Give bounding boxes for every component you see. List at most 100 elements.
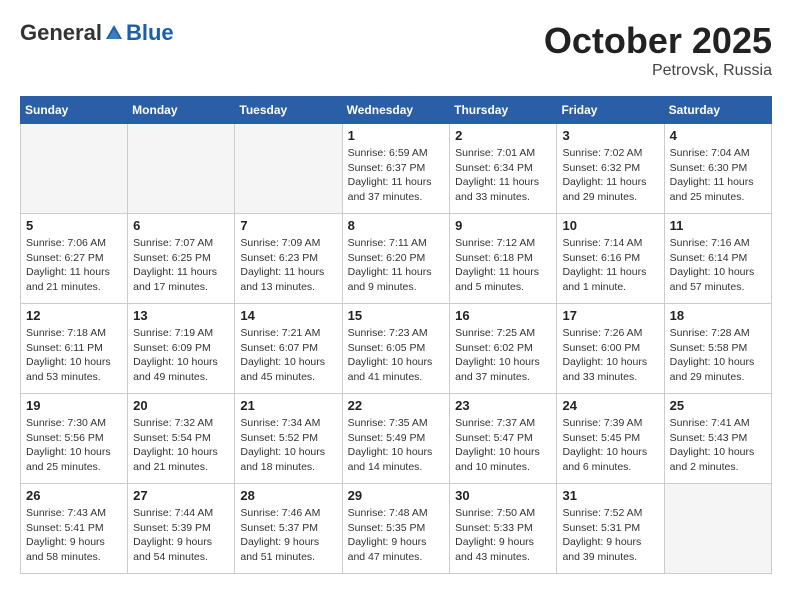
day-info: Sunrise: 7:09 AM Sunset: 6:23 PM Dayligh…	[240, 236, 336, 295]
day-info: Sunrise: 7:48 AM Sunset: 5:35 PM Dayligh…	[348, 506, 445, 565]
day-info: Sunrise: 7:26 AM Sunset: 6:00 PM Dayligh…	[562, 326, 658, 385]
calendar-cell: 18 Sunrise: 7:28 AM Sunset: 5:58 PM Dayli…	[664, 304, 771, 394]
calendar-cell: 26 Sunrise: 7:43 AM Sunset: 5:41 PM Dayli…	[21, 484, 128, 574]
day-info: Sunrise: 7:50 AM Sunset: 5:33 PM Dayligh…	[455, 506, 551, 565]
week-row-3: 12 Sunrise: 7:18 AM Sunset: 6:11 PM Dayli…	[21, 304, 772, 394]
calendar-cell	[664, 484, 771, 574]
calendar-cell: 29Sunrise: 7:48 AM Sunset: 5:35 PM Dayli…	[342, 484, 450, 574]
day-info: Sunrise: 7:39 AM Sunset: 5:45 PM Dayligh…	[562, 416, 658, 475]
week-row-4: 19 Sunrise: 7:30 AM Sunset: 5:56 PM Dayli…	[21, 394, 772, 484]
week-row-2: 5 Sunrise: 7:06 AM Sunset: 6:27 PM Daylig…	[21, 214, 772, 304]
day-number: 21	[240, 398, 336, 413]
day-info: Sunrise: 7:44 AM Sunset: 5:39 PM Dayligh…	[133, 506, 229, 565]
day-number: 25	[670, 398, 766, 413]
day-info: Sunrise: 7:06 AM Sunset: 6:27 PM Dayligh…	[26, 236, 122, 295]
calendar-cell: 10 Sunrise: 7:14 AM Sunset: 6:16 PM Dayli…	[557, 214, 664, 304]
day-number: 4	[670, 128, 766, 143]
logo: General Blue	[20, 20, 174, 46]
month-title: October 2025	[544, 20, 772, 62]
day-number: 5	[26, 218, 122, 233]
calendar-cell: 24 Sunrise: 7:39 AM Sunset: 5:45 PM Dayli…	[557, 394, 664, 484]
day-info: Sunrise: 7:19 AM Sunset: 6:09 PM Dayligh…	[133, 326, 229, 385]
day-info: Sunrise: 7:18 AM Sunset: 6:11 PM Dayligh…	[26, 326, 122, 385]
calendar-cell: 2 Sunrise: 7:01 AM Sunset: 6:34 PM Daylig…	[450, 124, 557, 214]
day-number: 26	[26, 488, 122, 503]
logo-general-text: General	[20, 20, 102, 46]
page-header: General Blue October 2025 Petrovsk, Russ…	[20, 20, 772, 80]
calendar-cell: 4 Sunrise: 7:04 AM Sunset: 6:30 PM Daylig…	[664, 124, 771, 214]
calendar-cell: 12 Sunrise: 7:18 AM Sunset: 6:11 PM Dayli…	[21, 304, 128, 394]
logo-blue-text: Blue	[126, 20, 174, 46]
calendar-cell	[235, 124, 342, 214]
day-info: Sunrise: 7:16 AM Sunset: 6:14 PM Dayligh…	[670, 236, 766, 295]
weekday-header-wednesday: Wednesday	[342, 97, 450, 124]
day-info: Sunrise: 7:01 AM Sunset: 6:34 PM Dayligh…	[455, 146, 551, 205]
calendar-cell: 5 Sunrise: 7:06 AM Sunset: 6:27 PM Daylig…	[21, 214, 128, 304]
day-number: 22	[348, 398, 445, 413]
day-number: 6	[133, 218, 229, 233]
calendar-cell: 28Sunrise: 7:46 AM Sunset: 5:37 PM Dayli…	[235, 484, 342, 574]
day-number: 23	[455, 398, 551, 413]
weekday-header-sunday: Sunday	[21, 97, 128, 124]
day-info: Sunrise: 7:32 AM Sunset: 5:54 PM Dayligh…	[133, 416, 229, 475]
calendar-cell: 30 Sunrise: 7:50 AM Sunset: 5:33 PM Dayli…	[450, 484, 557, 574]
calendar-cell: 7Sunrise: 7:09 AM Sunset: 6:23 PM Daylig…	[235, 214, 342, 304]
day-info: Sunrise: 7:04 AM Sunset: 6:30 PM Dayligh…	[670, 146, 766, 205]
day-number: 27	[133, 488, 229, 503]
calendar-cell: 11Sunrise: 7:16 AM Sunset: 6:14 PM Dayli…	[664, 214, 771, 304]
day-number: 2	[455, 128, 551, 143]
calendar-cell: 22 Sunrise: 7:35 AM Sunset: 5:49 PM Dayli…	[342, 394, 450, 484]
calendar-cell	[21, 124, 128, 214]
day-number: 16	[455, 308, 551, 323]
calendar-cell: 14 Sunrise: 7:21 AM Sunset: 6:07 PM Dayli…	[235, 304, 342, 394]
day-number: 1	[348, 128, 445, 143]
day-info: Sunrise: 7:52 AM Sunset: 5:31 PM Dayligh…	[562, 506, 658, 565]
calendar-cell: 15 Sunrise: 7:23 AM Sunset: 6:05 PM Dayli…	[342, 304, 450, 394]
day-info: Sunrise: 7:25 AM Sunset: 6:02 PM Dayligh…	[455, 326, 551, 385]
calendar-cell: 8Sunrise: 7:11 AM Sunset: 6:20 PM Daylig…	[342, 214, 450, 304]
day-info: Sunrise: 7:35 AM Sunset: 5:49 PM Dayligh…	[348, 416, 445, 475]
calendar-table: SundayMondayTuesdayWednesdayThursdayFrid…	[20, 96, 772, 574]
day-info: Sunrise: 7:30 AM Sunset: 5:56 PM Dayligh…	[26, 416, 122, 475]
calendar-cell	[128, 124, 235, 214]
logo-icon	[104, 23, 124, 43]
calendar-cell: 17Sunrise: 7:26 AM Sunset: 6:00 PM Dayli…	[557, 304, 664, 394]
calendar-cell: 16 Sunrise: 7:25 AM Sunset: 6:02 PM Dayli…	[450, 304, 557, 394]
calendar-cell: 20 Sunrise: 7:32 AM Sunset: 5:54 PM Dayli…	[128, 394, 235, 484]
day-info: Sunrise: 7:23 AM Sunset: 6:05 PM Dayligh…	[348, 326, 445, 385]
day-number: 19	[26, 398, 122, 413]
day-info: Sunrise: 7:14 AM Sunset: 6:16 PM Dayligh…	[562, 236, 658, 295]
calendar-cell: 1Sunrise: 6:59 AM Sunset: 6:37 PM Daylig…	[342, 124, 450, 214]
title-block: October 2025 Petrovsk, Russia	[544, 20, 772, 80]
day-info: Sunrise: 7:43 AM Sunset: 5:41 PM Dayligh…	[26, 506, 122, 565]
day-number: 14	[240, 308, 336, 323]
day-number: 24	[562, 398, 658, 413]
day-info: Sunrise: 7:11 AM Sunset: 6:20 PM Dayligh…	[348, 236, 445, 295]
calendar-cell: 19 Sunrise: 7:30 AM Sunset: 5:56 PM Dayli…	[21, 394, 128, 484]
day-number: 3	[562, 128, 658, 143]
day-number: 13	[133, 308, 229, 323]
day-number: 20	[133, 398, 229, 413]
calendar-cell: 23Sunrise: 7:37 AM Sunset: 5:47 PM Dayli…	[450, 394, 557, 484]
calendar-cell: 21Sunrise: 7:34 AM Sunset: 5:52 PM Dayli…	[235, 394, 342, 484]
calendar-cell: 13 Sunrise: 7:19 AM Sunset: 6:09 PM Dayli…	[128, 304, 235, 394]
day-info: Sunrise: 7:12 AM Sunset: 6:18 PM Dayligh…	[455, 236, 551, 295]
weekday-header-thursday: Thursday	[450, 97, 557, 124]
calendar-cell: 25Sunrise: 7:41 AM Sunset: 5:43 PM Dayli…	[664, 394, 771, 484]
day-info: Sunrise: 7:21 AM Sunset: 6:07 PM Dayligh…	[240, 326, 336, 385]
day-info: Sunrise: 7:28 AM Sunset: 5:58 PM Dayligh…	[670, 326, 766, 385]
weekday-header-monday: Monday	[128, 97, 235, 124]
calendar-cell: 27 Sunrise: 7:44 AM Sunset: 5:39 PM Dayli…	[128, 484, 235, 574]
day-number: 30	[455, 488, 551, 503]
day-number: 15	[348, 308, 445, 323]
day-number: 12	[26, 308, 122, 323]
weekday-header-friday: Friday	[557, 97, 664, 124]
day-number: 28	[240, 488, 336, 503]
week-row-5: 26 Sunrise: 7:43 AM Sunset: 5:41 PM Dayli…	[21, 484, 772, 574]
day-number: 10	[562, 218, 658, 233]
calendar-header-row: SundayMondayTuesdayWednesdayThursdayFrid…	[21, 97, 772, 124]
day-number: 18	[670, 308, 766, 323]
location-subtitle: Petrovsk, Russia	[544, 62, 772, 80]
calendar-cell: 6Sunrise: 7:07 AM Sunset: 6:25 PM Daylig…	[128, 214, 235, 304]
calendar-cell: 31Sunrise: 7:52 AM Sunset: 5:31 PM Dayli…	[557, 484, 664, 574]
